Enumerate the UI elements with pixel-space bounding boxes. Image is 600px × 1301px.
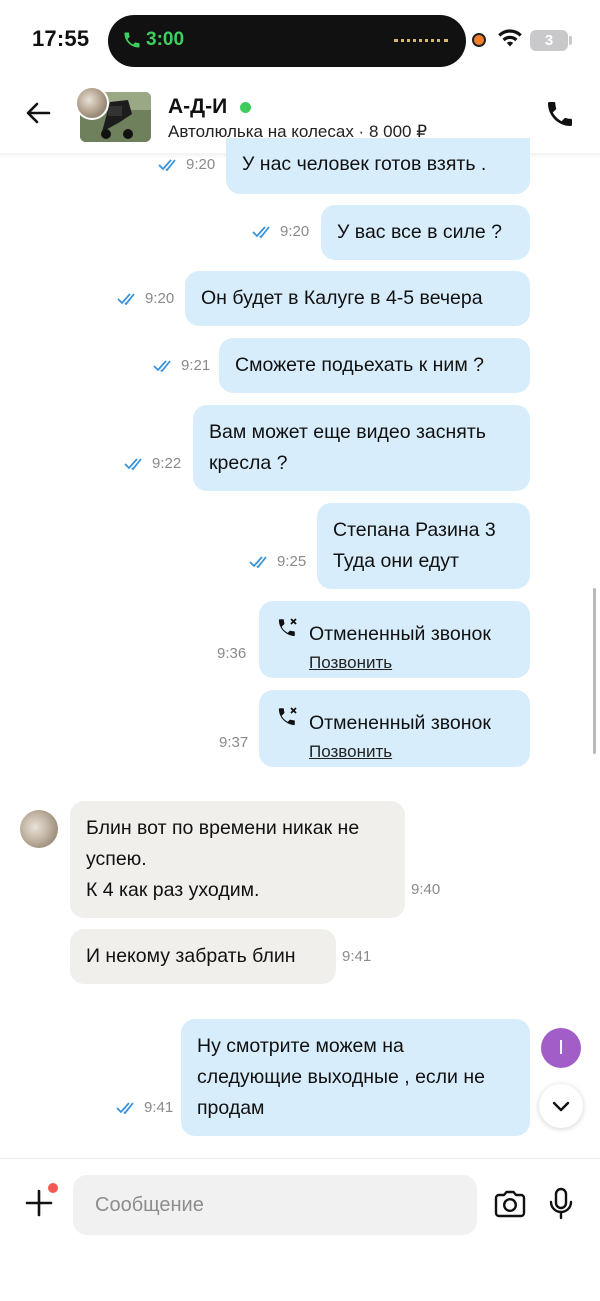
- recording-indicator: [472, 33, 486, 47]
- message-text-line: Степана Разина 3: [333, 519, 496, 541]
- read-ticks-icon: [158, 159, 176, 172]
- message-text-line: К 4 как раз уходим.: [86, 879, 260, 901]
- message-time: 9:25: [277, 553, 307, 570]
- missed-call-icon: [276, 617, 300, 651]
- phone-icon: [122, 29, 142, 56]
- plus-icon[interactable]: [24, 1188, 54, 1223]
- audio-waveform: [394, 39, 448, 45]
- message-time: 9:41: [342, 948, 372, 965]
- message-text-line: успею.: [86, 848, 147, 870]
- missed-call-card[interactable]: Отмененный звонок Позвонить: [259, 690, 530, 767]
- message-time: 9:21: [181, 357, 211, 374]
- message-time: 9:22: [152, 455, 182, 472]
- read-ticks-icon: [124, 458, 142, 471]
- message-bubble-incoming[interactable]: И некому забрать блин: [70, 929, 336, 984]
- message-time: 9:37: [219, 734, 249, 751]
- message-time: 9:20: [186, 156, 216, 173]
- message-bubble-outgoing[interactable]: Степана Разина 3 Туда они едут: [317, 503, 530, 589]
- status-time: 17:55: [32, 26, 90, 51]
- message-bubble-outgoing[interactable]: Вам может еще видео заснять кресла ?: [193, 405, 530, 491]
- message-time: 9:40: [411, 881, 441, 898]
- message-bubble-outgoing[interactable]: У нас человек готов взять .: [226, 138, 530, 194]
- phone-call-icon[interactable]: [544, 98, 576, 135]
- call-back-link[interactable]: Позвонить: [309, 647, 392, 678]
- my-avatar[interactable]: I: [541, 1028, 581, 1068]
- message-text: Сможете подьехать к ним ?: [235, 354, 484, 376]
- scrollbar[interactable]: [593, 588, 596, 754]
- read-ticks-icon: [249, 556, 267, 569]
- message-meta: 9:41: [116, 1099, 173, 1116]
- message-meta: 9:20: [117, 290, 174, 307]
- message-text-line: Вам может еще видео заснять: [209, 421, 486, 443]
- wifi-icon: [497, 28, 523, 53]
- scroll-to-bottom-button[interactable]: [539, 1084, 583, 1128]
- message-time: 9:20: [280, 223, 310, 240]
- battery-indicator: 3: [530, 30, 568, 51]
- message-text: И некому забрать блин: [86, 945, 296, 967]
- seller-avatar[interactable]: [75, 86, 109, 120]
- message-meta: 9:22: [124, 455, 181, 472]
- read-ticks-icon: [252, 226, 270, 239]
- camera-icon[interactable]: [493, 1189, 527, 1224]
- call-card-title: Отмененный звонок: [309, 712, 491, 734]
- message-text-line: Туда они едут: [333, 550, 459, 572]
- message-bubble-incoming[interactable]: Блин вот по времени никак не успею. К 4 …: [70, 801, 405, 918]
- message-text: Он будет в Калуге в 4-5 вечера: [201, 287, 483, 309]
- read-ticks-icon: [153, 360, 171, 373]
- contact-name[interactable]: А-Д-И: [168, 95, 227, 119]
- call-timer: 3:00: [146, 29, 185, 50]
- call-back-link[interactable]: Позвонить: [309, 736, 392, 767]
- chevron-down-icon: [552, 1101, 570, 1112]
- notification-dot: [48, 1183, 58, 1193]
- dynamic-island[interactable]: 3:00: [108, 15, 466, 67]
- read-ticks-icon: [116, 1102, 134, 1115]
- online-status-dot: [240, 102, 251, 113]
- back-arrow-icon[interactable]: [24, 99, 52, 132]
- message-meta: 9:21: [153, 357, 210, 374]
- message-time: 9:20: [145, 290, 175, 307]
- message-text-line: Блин вот по времени никак не: [86, 817, 360, 839]
- read-ticks-icon: [117, 293, 135, 306]
- message-bubble-outgoing[interactable]: Он будет в Калуге в 4-5 вечера: [185, 271, 530, 326]
- message-time: 9:36: [217, 645, 247, 662]
- message-meta: 9:25: [249, 553, 306, 570]
- message-text-line: продам: [197, 1097, 265, 1119]
- message-text-line: кресла ?: [209, 452, 288, 474]
- message-text: У нас человек готов взять .: [242, 153, 487, 175]
- missed-call-icon: [276, 706, 300, 740]
- message-bubble-outgoing[interactable]: Ну смотрите можем на следующие выходные …: [181, 1019, 530, 1136]
- missed-call-card[interactable]: Отмененный звонок Позвонить: [259, 601, 530, 678]
- message-text-line: Ну смотрите можем на: [197, 1035, 404, 1057]
- contact-avatar[interactable]: [20, 810, 58, 848]
- message-bubble-outgoing[interactable]: У вас все в силе ?: [321, 205, 530, 260]
- microphone-icon[interactable]: [548, 1187, 574, 1226]
- message-input[interactable]: [73, 1175, 477, 1235]
- battery-tip: [569, 36, 572, 45]
- call-card-title: Отмененный звонок: [309, 623, 491, 645]
- message-text: У вас все в силе ?: [337, 221, 503, 243]
- message-meta: 9:20: [252, 223, 309, 240]
- message-meta: 9:20: [158, 156, 215, 173]
- message-bubble-outgoing[interactable]: Сможете подьехать к ним ?: [219, 338, 530, 393]
- message-time: 9:41: [144, 1099, 174, 1116]
- message-text-line: следующие выходные , если не: [197, 1066, 485, 1088]
